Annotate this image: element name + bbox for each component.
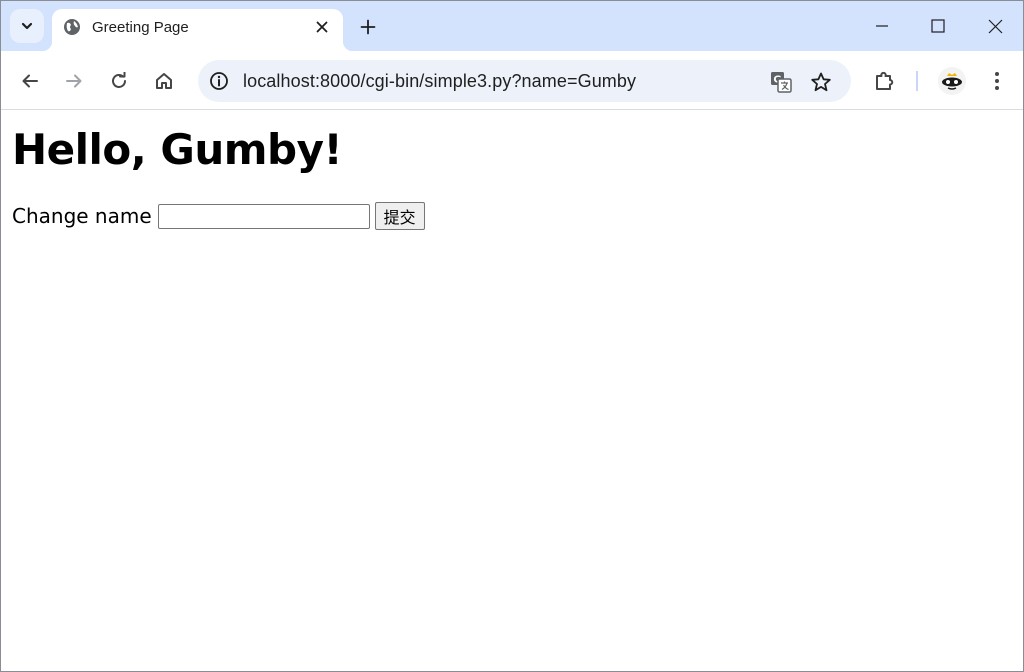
star-icon [811,72,831,92]
close-icon [988,19,1002,33]
address-bar[interactable]: localhost:8000/cgi-bin/simple3.py?name=G… [198,60,851,102]
reload-icon [112,72,126,88]
translate-icon: G [771,72,792,93]
maximize-button[interactable] [921,9,955,43]
chevron-down-icon [21,22,33,30]
forward-button[interactable] [58,65,90,97]
browser-menu-button[interactable] [981,65,1013,97]
change-name-form: Change name 提交 [12,201,425,231]
tab-search-button[interactable] [10,9,44,43]
change-name-label: Change name [12,204,152,228]
back-button[interactable] [14,65,46,97]
kebab-menu-icon [995,72,999,90]
new-tab-button[interactable] [355,14,381,40]
toolbar-divider [916,71,918,91]
profile-avatar-icon [938,67,966,95]
forward-arrow-icon [66,74,82,88]
minimize-button[interactable] [865,9,899,43]
minimize-icon [876,25,888,27]
page-heading: Hello, Gumby! [12,125,343,174]
puzzle-icon [876,71,894,90]
tab-strip: Greeting Page [1,1,1023,51]
tab-greeting-page[interactable]: Greeting Page [42,9,353,51]
reload-button[interactable] [103,65,135,97]
submit-button[interactable]: 提交 [374,202,425,230]
browser-toolbar: localhost:8000/cgi-bin/simple3.py?name=G… [1,51,1023,110]
page-content: Hello, Gumby! Change name 提交 [1,111,1023,671]
plus-icon [360,19,376,35]
translate-button[interactable]: G [768,69,794,95]
close-window-button[interactable] [978,9,1012,43]
home-button[interactable] [148,65,180,97]
name-input[interactable] [157,203,370,229]
site-info-button[interactable] [208,70,230,92]
tab-title: Greeting Page [92,19,189,36]
back-arrow-icon [22,74,38,88]
info-icon [210,72,228,90]
extensions-button[interactable] [869,65,901,97]
bookmark-button[interactable] [808,69,834,95]
close-icon [316,21,328,33]
home-icon [156,73,172,89]
url-text[interactable]: localhost:8000/cgi-bin/simple3.py?name=G… [243,71,636,92]
maximize-icon [931,19,945,33]
browser-window: Greeting Page localhost:8000/cgi-bin/sim… [0,0,1024,672]
tab-close-button[interactable] [312,17,332,37]
globe-icon [64,19,80,35]
profile-avatar[interactable] [938,67,966,95]
